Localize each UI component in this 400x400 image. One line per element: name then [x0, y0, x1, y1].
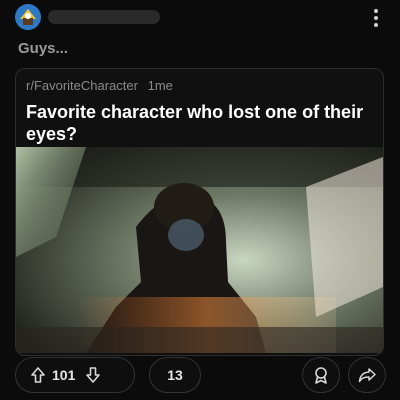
share-icon — [358, 367, 376, 383]
vote-pill: 101 — [15, 357, 135, 393]
card-title[interactable]: Favorite character who lost one of their… — [26, 101, 371, 145]
kebab-menu-icon[interactable] — [366, 8, 386, 28]
post-age: 1me — [147, 78, 173, 93]
post-title: Guys... — [18, 40, 69, 57]
comment-count: 13 — [167, 367, 183, 383]
comments-button[interactable]: 13 — [149, 357, 201, 393]
card-meta: r/FavoriteCharacter 1me — [26, 78, 173, 93]
redacted-username — [48, 10, 160, 24]
post-image[interactable] — [16, 147, 383, 353]
arrow-up-icon[interactable] — [30, 366, 46, 384]
share-button[interactable] — [348, 357, 386, 393]
award-icon — [313, 366, 329, 384]
award-button[interactable] — [302, 357, 340, 393]
action-bar: 101 13 — [15, 357, 386, 393]
avatar[interactable] — [15, 4, 41, 30]
crosspost-card[interactable]: r/FavoriteCharacter 1me Favorite charact… — [15, 68, 384, 356]
arrow-down-icon[interactable] — [85, 366, 101, 384]
vote-score: 101 — [52, 367, 76, 383]
subreddit-link[interactable]: r/FavoriteCharacter — [26, 78, 138, 93]
